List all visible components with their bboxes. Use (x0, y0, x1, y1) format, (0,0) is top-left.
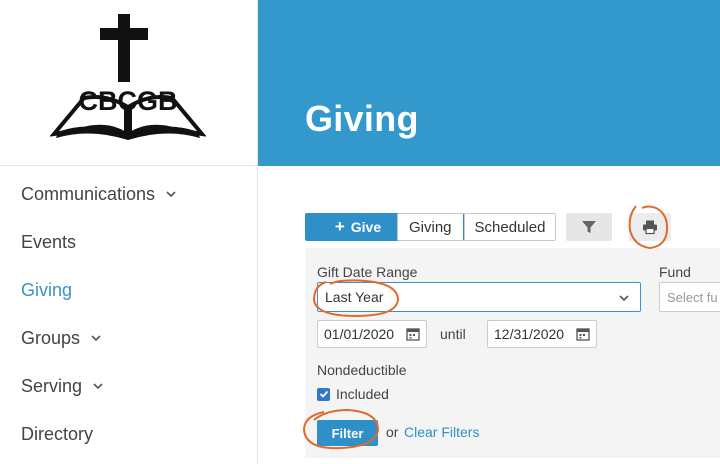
gift-date-range-select[interactable]: Last Year (317, 282, 641, 312)
included-checkbox[interactable] (317, 387, 330, 401)
calendar-icon[interactable] (406, 327, 420, 341)
checkmark-icon (319, 390, 328, 398)
included-checkbox-row: Included (317, 386, 389, 402)
main-content: + Give Giving Scheduled Gift Date Range … (258, 166, 720, 464)
chevron-down-icon (91, 335, 101, 342)
nondeductible-label: Nondeductible (317, 362, 407, 378)
end-date-value: 12/31/2020 (494, 326, 565, 342)
sidebar-item-serving[interactable]: Serving (0, 362, 258, 410)
plus-icon: + (334, 217, 345, 236)
sidebar: CBCGB Communications Events Giving Group… (0, 0, 258, 464)
funnel-icon (582, 221, 596, 233)
sidebar-item-events[interactable]: Events (0, 218, 258, 266)
sidebar-nav: Communications Events Giving Groups Serv… (0, 170, 258, 458)
chevron-down-icon (93, 383, 103, 390)
fund-placeholder: Select fu (667, 289, 718, 305)
give-button[interactable]: + Give (305, 213, 411, 241)
gift-date-range-label: Gift Date Range (317, 264, 418, 280)
print-button[interactable] (629, 213, 671, 241)
giving-view-toggle: Giving Scheduled (397, 213, 557, 241)
fund-label: Fund (659, 264, 691, 280)
sidebar-item-directory[interactable]: Directory (0, 410, 258, 458)
logo-area: CBCGB (0, 0, 258, 166)
printer-icon (643, 220, 657, 235)
logo-text: CBCGB (79, 86, 178, 116)
filter-button[interactable]: Filter (317, 420, 378, 446)
included-label: Included (336, 386, 389, 402)
filter-toggle-button[interactable] (566, 213, 612, 241)
start-date-input[interactable]: 01/01/2020 (317, 320, 427, 348)
church-logo[interactable]: CBCGB (50, 10, 206, 140)
gift-date-range-value: Last Year (325, 289, 384, 305)
clear-filters-link[interactable]: Clear Filters (404, 424, 479, 440)
filter-panel: Gift Date Range Fund Last Year Select fu… (305, 248, 720, 458)
chevron-down-icon (619, 295, 629, 302)
start-date-value: 01/01/2020 (324, 326, 395, 342)
sidebar-item-label: Groups (21, 327, 81, 348)
sidebar-item-label: Events (21, 231, 77, 252)
end-date-input[interactable]: 12/31/2020 (487, 320, 597, 348)
or-text: or (386, 424, 399, 440)
fund-select[interactable]: Select fu (659, 282, 720, 312)
sidebar-item-label: Serving (21, 375, 83, 396)
tab-scheduled[interactable]: Scheduled (463, 214, 556, 240)
sidebar-item-label: Communications (21, 183, 156, 204)
until-label: until (440, 326, 466, 342)
sidebar-item-label: Giving (21, 279, 73, 300)
sidebar-item-groups[interactable]: Groups (0, 314, 258, 362)
calendar-icon[interactable] (576, 327, 590, 341)
sidebar-item-giving[interactable]: Giving (0, 266, 258, 314)
chevron-down-icon (166, 191, 176, 198)
tab-giving[interactable]: Giving (398, 214, 464, 240)
sidebar-item-communications[interactable]: Communications (0, 170, 258, 218)
page-title: Giving (305, 98, 419, 139)
give-button-label: Give (350, 219, 382, 235)
sidebar-item-label: Directory (21, 423, 94, 444)
page-header: Giving (258, 0, 720, 166)
